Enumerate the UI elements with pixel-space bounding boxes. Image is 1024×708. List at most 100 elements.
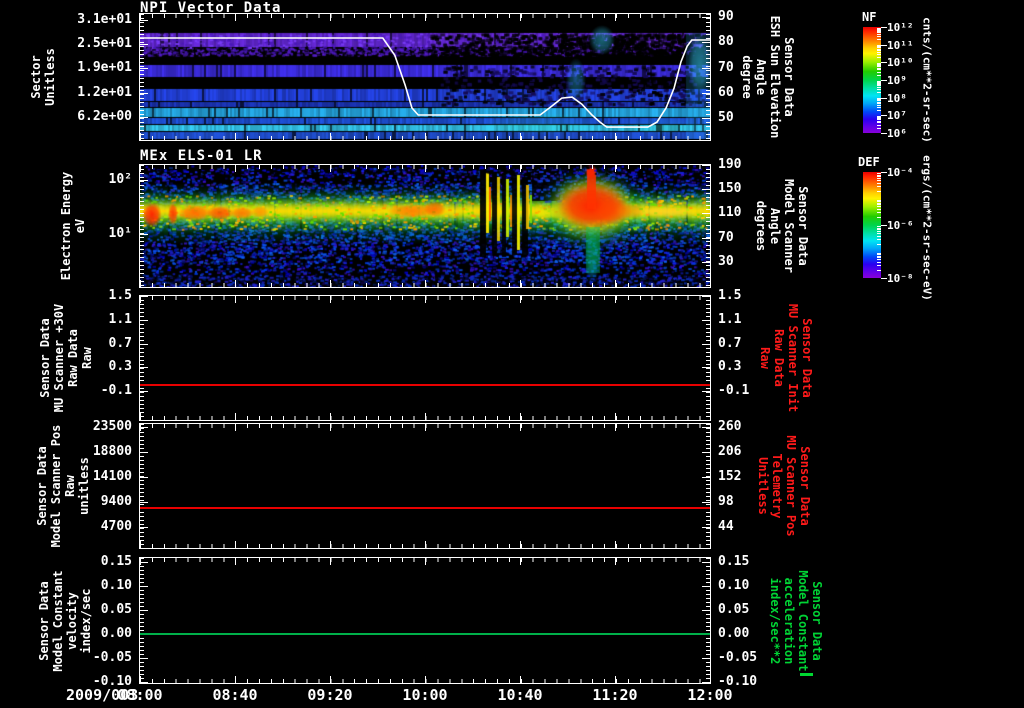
- colorbar-minor-tick: [877, 173, 881, 175]
- axis-label-line: ESH Sun Elevation: [768, 15, 782, 139]
- y-major-tick: [702, 343, 710, 345]
- axis-label-line: Model Constant: [51, 569, 65, 672]
- colorbar-tick-label: 10⁻⁶: [887, 219, 914, 232]
- axis-label-line: Model Scanner Pos: [49, 424, 63, 548]
- y-major-tick: [140, 68, 148, 70]
- axis-label-line: Unitless: [756, 457, 770, 515]
- colorbar-minor-tick: [877, 102, 881, 104]
- x-major-tick: [329, 280, 331, 287]
- colorbar-minor-tick: [877, 71, 881, 73]
- panel-frame-mu-scanner-30v: [139, 295, 711, 421]
- colorbar-tick-label: 10⁹: [887, 74, 907, 87]
- axis-label-els-right: Sensor Data Model Scanner Angle degrees: [754, 179, 810, 273]
- colorbar-def-title: DEF: [858, 155, 880, 169]
- y-major-tick: [702, 17, 710, 19]
- axis-label-line: Raw: [63, 475, 77, 497]
- x-major-tick: [329, 14, 331, 21]
- y-tick-label: 260: [718, 419, 742, 434]
- y-major-tick: [140, 427, 148, 428]
- x-major-tick: [425, 133, 426, 140]
- axis-label-line: Model Scanner: [782, 179, 796, 273]
- colorbar-minor-tick: [877, 81, 881, 83]
- colorbar-tick-label: 10⁸: [887, 91, 907, 105]
- data-line-model-constant-velocity: [140, 632, 710, 635]
- x-major-tick: [710, 424, 711, 431]
- x-tick-label: 08:40: [212, 686, 258, 704]
- y-major-tick: [140, 296, 148, 297]
- x-major-tick: [235, 296, 237, 303]
- axis-label-line: velocity: [65, 591, 79, 650]
- colorbar-minor-tick: [877, 101, 881, 103]
- axis-label-line: degrees: [754, 200, 768, 252]
- colorbar-minor-tick: [877, 235, 881, 237]
- y-major-tick: [140, 658, 148, 659]
- x-tick-label: 10:40: [497, 686, 543, 704]
- axis-label-line: Sensor Data: [810, 580, 824, 661]
- y-major-tick: [140, 477, 148, 478]
- data-line-mu-scanner-30v-raw: [140, 384, 710, 387]
- x-major-tick: [425, 296, 426, 303]
- y-major-tick: [140, 682, 148, 684]
- y-tick-label: 0.15: [100, 553, 132, 569]
- y-tick-label: 1.9e+01: [77, 60, 132, 76]
- axis-label-line: Sensor Data: [38, 318, 52, 398]
- y-major-tick: [702, 319, 710, 321]
- y-tick-label: 1.2e+01: [77, 84, 132, 100]
- x-major-tick: [710, 541, 711, 548]
- colorbar-minor-tick: [877, 46, 881, 48]
- panel-frame-els: [139, 164, 711, 288]
- colorbar-minor-tick: [877, 53, 881, 55]
- x-major-tick: [614, 413, 616, 420]
- colorbar-minor-tick: [877, 36, 881, 38]
- axis-label-line: Electron Energy: [59, 171, 73, 281]
- y-major-tick: [702, 262, 710, 264]
- colorbar-minor-tick: [877, 28, 881, 30]
- colorbar-minor-tick: [877, 83, 881, 85]
- colorbar-minor-tick: [877, 255, 881, 257]
- colorbar-def-unit: ergs/(cm**2-sr-sec-eV): [920, 155, 934, 301]
- x-major-tick: [520, 133, 522, 140]
- y-major-tick: [702, 658, 710, 659]
- panel-frame-model-constant-velocity: [139, 557, 711, 684]
- y-major-tick: [140, 92, 148, 94]
- colorbar-minor-tick: [877, 182, 881, 184]
- colorbar-minor-tick: [877, 32, 881, 34]
- y-major-tick: [140, 180, 148, 182]
- y-minor-ticks-right: [706, 14, 710, 140]
- y-minor-ticks-left: [140, 14, 144, 140]
- y-tick-label: 1.5: [108, 288, 132, 303]
- x-major-tick: [235, 280, 237, 287]
- axis-label-line: Raw: [80, 347, 94, 369]
- x-major-tick: [140, 296, 141, 303]
- x-major-tick: [425, 558, 426, 565]
- y-major-tick: [140, 585, 148, 587]
- x-major-tick: [329, 165, 331, 172]
- colorbar-minor-tick: [877, 85, 881, 87]
- y-minor-ticks-right: [706, 558, 710, 683]
- x-major-tick: [329, 424, 331, 431]
- colorbar-minor-tick: [877, 174, 881, 176]
- colorbar-minor-tick: [877, 89, 881, 91]
- axis-label-line: Raw Data: [772, 329, 786, 387]
- colorbar-minor-tick: [877, 106, 881, 108]
- axis-label-line: Unitless: [43, 48, 57, 106]
- axis-label-line: Model Constant: [796, 569, 810, 672]
- x-major-tick: [710, 133, 711, 140]
- colorbar-minor-tick: [877, 45, 881, 47]
- x-tick-label: 09:20: [307, 686, 353, 704]
- x-major-tick: [614, 296, 616, 303]
- x-major-tick: [140, 413, 141, 420]
- axis-label-mu-scanner-30v-right: Sensor Data MU Scanner Init Raw Data Raw: [758, 304, 814, 412]
- colorbar-nf-unit: cnts/(cm**2-sr-sec): [920, 17, 934, 143]
- y-major-tick: [702, 67, 710, 69]
- x-major-tick: [425, 676, 426, 683]
- axis-label-line: eV: [73, 218, 87, 234]
- y-major-tick: [140, 609, 148, 611]
- colorbar-minor-tick: [877, 259, 881, 261]
- colorbar-minor-tick: [877, 51, 881, 53]
- colorbar-minor-tick: [877, 49, 881, 51]
- x-major-tick: [235, 541, 237, 548]
- x-major-tick: [710, 165, 711, 172]
- colorbar-minor-tick: [877, 119, 881, 121]
- colorbar-minor-tick: [877, 98, 881, 100]
